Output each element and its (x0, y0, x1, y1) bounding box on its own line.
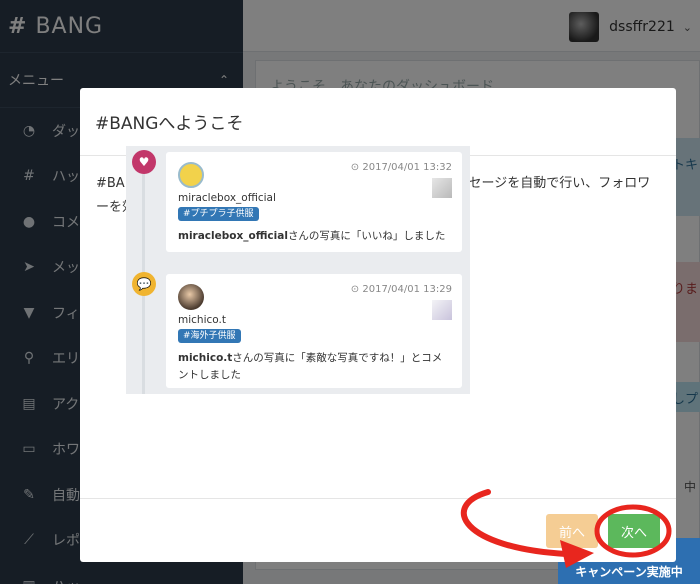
post-thumbnail (432, 300, 452, 320)
hashtag-badge: #プチプラ子供服 (178, 207, 259, 221)
card-username: michico.t (178, 314, 226, 326)
card-text-user: miraclebox_official (178, 230, 288, 242)
card-text-rest: さんの写真に「いいね」しました (287, 230, 446, 242)
card-timestamp: ⊙ 2017/04/01 13:29 (350, 284, 452, 295)
avatar (178, 162, 204, 188)
card-text-user: michico.t (178, 352, 233, 364)
back-button[interactable]: 前へ (546, 514, 598, 548)
card-timestamp: ⊙ 2017/04/01 13:32 (350, 162, 452, 173)
card-text: michico.tさんの写真に「素敵な写真ですね！」とコメントしました (178, 350, 452, 384)
timeline-card-comment: ⊙ 2017/04/01 13:29 michico.t #海外子供服 mich… (166, 274, 462, 388)
activity-timeline: ♥ 💬 ⊙ 2017/04/01 13:32 miraclebox_offici… (126, 146, 470, 394)
card-username: miraclebox_official (178, 192, 276, 204)
heart-icon: ♥ (132, 150, 156, 174)
hashtag-badge: #海外子供服 (178, 329, 241, 343)
post-thumbnail (432, 178, 452, 198)
timeline-card-like: ⊙ 2017/04/01 13:32 miraclebox_official #… (166, 152, 462, 252)
card-text: miraclebox_officialさんの写真に「いいね」しました (178, 228, 452, 245)
comment-icon: 💬 (132, 272, 156, 296)
next-button[interactable]: 次へ (608, 514, 660, 548)
campaign-line-2: キャンペーン実施中 (575, 565, 683, 579)
avatar (178, 284, 204, 310)
